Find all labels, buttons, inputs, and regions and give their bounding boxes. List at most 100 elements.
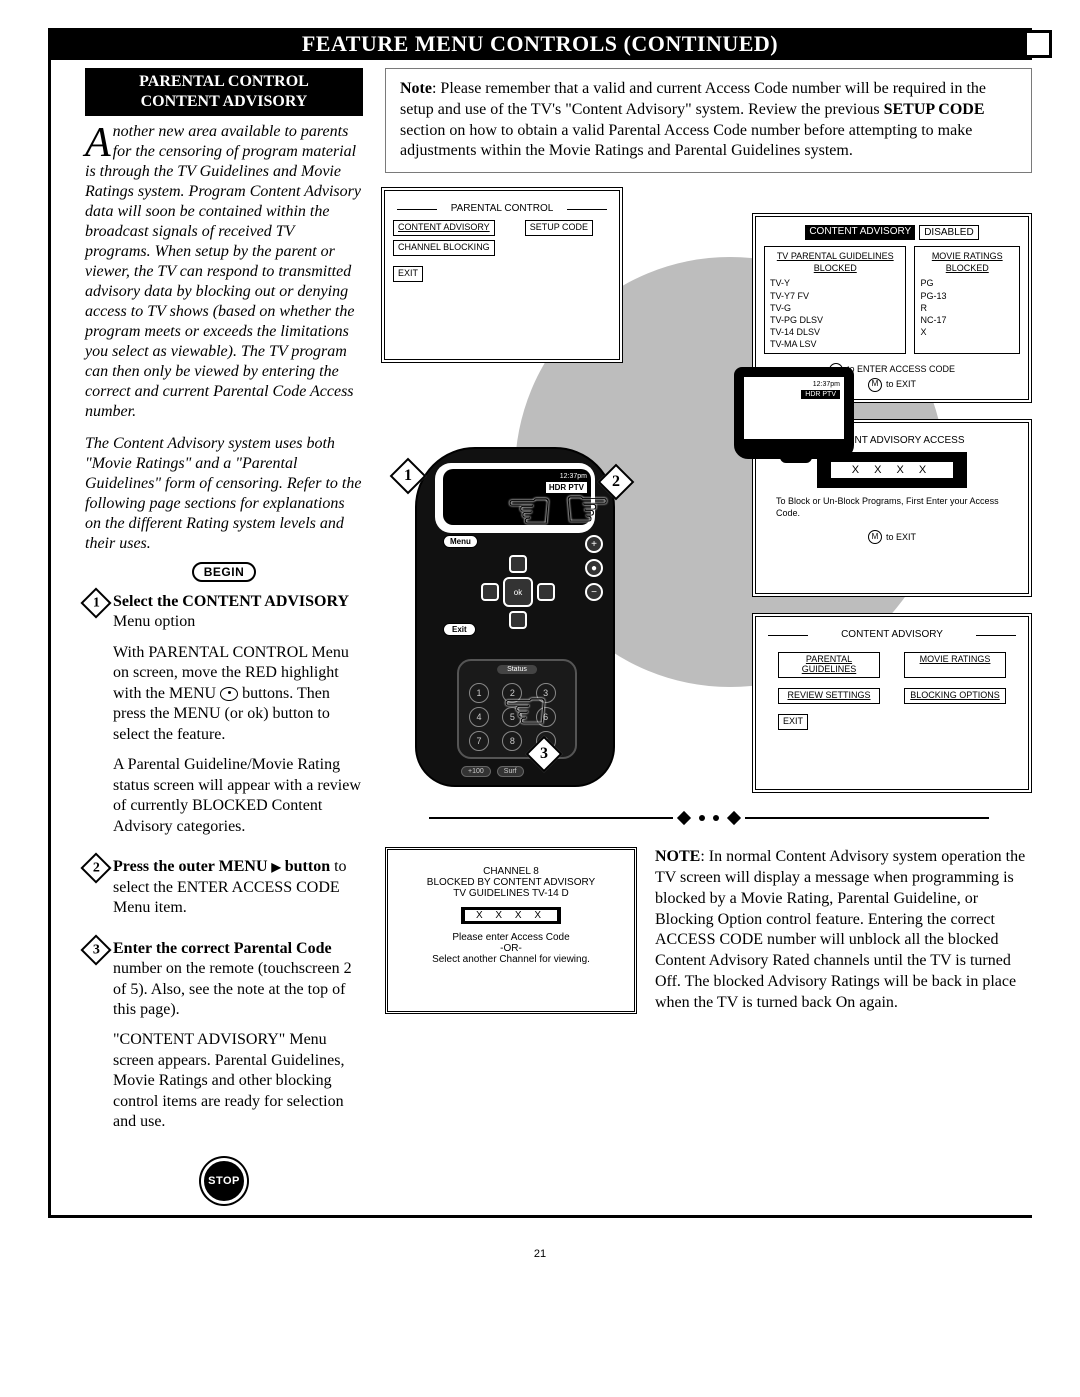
blocked-line3: TV GUIDELINES TV-14 D (398, 888, 624, 899)
osd2-status: DISABLED (919, 225, 978, 240)
mini-tv-graphic: 12:37pm HDR PTV (734, 367, 854, 459)
osd3-legend: to EXIT (886, 532, 916, 542)
step1-lead-bold: Select the CONTENT ADVISORY (113, 593, 349, 610)
volume-up-icon: + (585, 535, 603, 553)
osd2-title: CONTENT ADVISORY (805, 225, 915, 240)
step-number-icon: 3 (80, 934, 111, 965)
dropcap: A (85, 122, 113, 162)
dpad-up-icon (509, 555, 527, 573)
osd1-title: PARENTAL CONTROL (393, 203, 611, 214)
page-number: 21 (48, 1248, 1032, 1260)
page-title: FEATURE MENU CONTROLS (CONTINUED) (302, 31, 778, 57)
remote-touch-keypad: 1 2 3 4 5 6 7 8 9 (457, 659, 577, 759)
left-column: PARENTAL CONTROL CONTENT ADVISORY A noth… (85, 68, 363, 1201)
dpad-right-icon (537, 583, 555, 601)
intro-text: A nother new area available to parents f… (85, 122, 363, 554)
mute-icon: ● (585, 559, 603, 577)
volume-down-icon: − (585, 583, 603, 601)
remote-surf: Surf (497, 766, 524, 777)
intro-para-2: The Content Advisory system uses both "M… (85, 434, 363, 554)
step2-lead-bold2: button (281, 858, 330, 875)
osd4-exit: EXIT (778, 714, 808, 730)
bottom-note-lead: NOTE (655, 848, 700, 865)
remote-hdr-badge: HDR PTV (546, 482, 587, 493)
note-text2: section on how to obtain a valid Parenta… (400, 122, 972, 160)
osd2-tv-guidelines-box: TV PARENTAL GUIDELINES BLOCKED TV-Y TV-Y… (764, 246, 906, 354)
begin-badge: BEGIN (192, 562, 257, 582)
blocked-line2: BLOCKED BY CONTENT ADVISORY (398, 877, 624, 888)
osd4-parental-guidelines: PARENTAL GUIDELINES (778, 652, 880, 678)
osd2-legend2: to EXIT (886, 379, 916, 389)
section-title-line1: PARENTAL CONTROL (139, 73, 309, 90)
stop-row: STOP (85, 1161, 363, 1201)
osd4-blocking-options: BLOCKING OPTIONS (904, 688, 1006, 704)
dpad-ok-button: ok (503, 577, 533, 607)
mini-time: 12:37pm (748, 381, 840, 388)
osd-parental-control: PARENTAL CONTROL CONTENT ADVISORY SETUP … (381, 187, 623, 363)
step-2: 2 Press the outer MENU button to select … (85, 857, 363, 928)
diagram-area: PARENTAL CONTROL CONTENT ADVISORY SETUP … (385, 187, 1032, 807)
dpad-left-icon (481, 583, 499, 601)
menu-nav-icon (220, 687, 238, 701)
stop-badge: STOP (204, 1161, 244, 1201)
remote-plus100: +100 (461, 766, 491, 777)
m-icon: M (868, 530, 882, 544)
osd1-item-content-advisory: CONTENT ADVISORY (393, 220, 495, 236)
osd4-title: CONTENT ADVISORY (764, 629, 1020, 640)
note-bold: SETUP CODE (884, 101, 985, 118)
osd2-col2-head: MOVIE RATINGS BLOCKED (920, 250, 1014, 274)
osd1-item-channel-blocking: CHANNEL BLOCKING (393, 240, 495, 256)
divider-diamond-icon (676, 811, 690, 825)
top-note-box: Note: Please remember that a valid and c… (385, 68, 1032, 173)
osd2-legend1: to ENTER ACCESS CODE (847, 364, 955, 374)
step1-body2: A Parental Guideline/Movie Rating status… (113, 755, 363, 837)
ornamental-divider (429, 807, 989, 829)
remote-side-buttons: + ● − (585, 535, 603, 601)
step-3: 3 Enter the correct Parental Code number… (85, 939, 363, 1143)
page-header: FEATURE MENU CONTROLS (CONTINUED) (48, 28, 1032, 60)
keypad-8: 8 (502, 731, 522, 751)
m-icon: M (868, 378, 882, 392)
osd-content-advisory-menu: CONTENT ADVISORY PARENTAL GUIDELINES MOV… (752, 613, 1032, 793)
step3-lead-bold: Enter the correct Parental Code (113, 940, 332, 957)
content-frame: PARENTAL CONTROL CONTENT ADVISORY A noth… (48, 60, 1032, 1218)
step1-lead-rest: Menu option (113, 613, 195, 630)
keypad-6: 6 (536, 707, 556, 727)
remote-menu-button: Menu (443, 535, 478, 548)
remote-control-graphic: 12:37pm HDR PTV Menu Exit ok (415, 447, 615, 787)
step3-lead-rest: number on the remote (touchscreen 2 of 5… (113, 960, 352, 1018)
divider-dot-icon (699, 815, 705, 821)
osd3-code: X X X X (831, 462, 953, 478)
osd2-movie-ratings-box: MOVIE RATINGS BLOCKED PG PG-13 R NC-17 X (914, 246, 1020, 354)
header-corner-box (1024, 30, 1052, 58)
osd4-movie-ratings: MOVIE RATINGS (904, 652, 1006, 678)
osd2-col1-head: TV PARENTAL GUIDELINES BLOCKED (770, 250, 900, 274)
keypad-7: 7 (469, 731, 489, 751)
keypad-3: 3 (536, 683, 556, 703)
osd4-review-settings: REVIEW SETTINGS (778, 688, 880, 704)
osd3-text: To Block or Un-Block Programs, First Ent… (764, 494, 1020, 521)
keypad-2: 2 (502, 683, 522, 703)
keypad-4: 4 (469, 707, 489, 727)
divider-dot-icon (713, 815, 719, 821)
right-column: Note: Please remember that a valid and c… (385, 68, 1032, 1201)
blocked-channel-panel: CHANNEL 8 BLOCKED BY CONTENT ADVISORY TV… (385, 847, 637, 1013)
bottom-row: CHANNEL 8 BLOCKED BY CONTENT ADVISORY TV… (385, 847, 1032, 1013)
section-title-line2: CONTENT ADVISORY (141, 93, 308, 110)
blocked-line1: CHANNEL 8 (398, 866, 624, 877)
blocked-line4: Please enter Access Code (398, 932, 624, 943)
remote-time: 12:37pm (447, 473, 587, 480)
step2-lead-bold: Press the outer MENU (113, 858, 272, 875)
step3-body1: "CONTENT ADVISORY" Menu screen appears. … (113, 1030, 363, 1132)
step-number-icon: 2 (80, 853, 111, 884)
divider-diamond-icon (726, 811, 740, 825)
blocked-line6: Select another Channel for viewing. (398, 954, 624, 965)
dpad-down-icon (509, 611, 527, 629)
step-1: 1 Select the CONTENT ADVISORY Menu optio… (85, 592, 363, 847)
intro-para-1: nother new area available to parents for… (85, 123, 361, 420)
note-lead: Note (400, 80, 432, 97)
mini-hdr: HDR PTV (801, 390, 840, 399)
osd1-item-setup-code: SETUP CODE (525, 220, 593, 236)
bottom-note-text: : In normal Content Advisory system oper… (655, 848, 1025, 1011)
step-number-icon: 1 (80, 587, 111, 618)
